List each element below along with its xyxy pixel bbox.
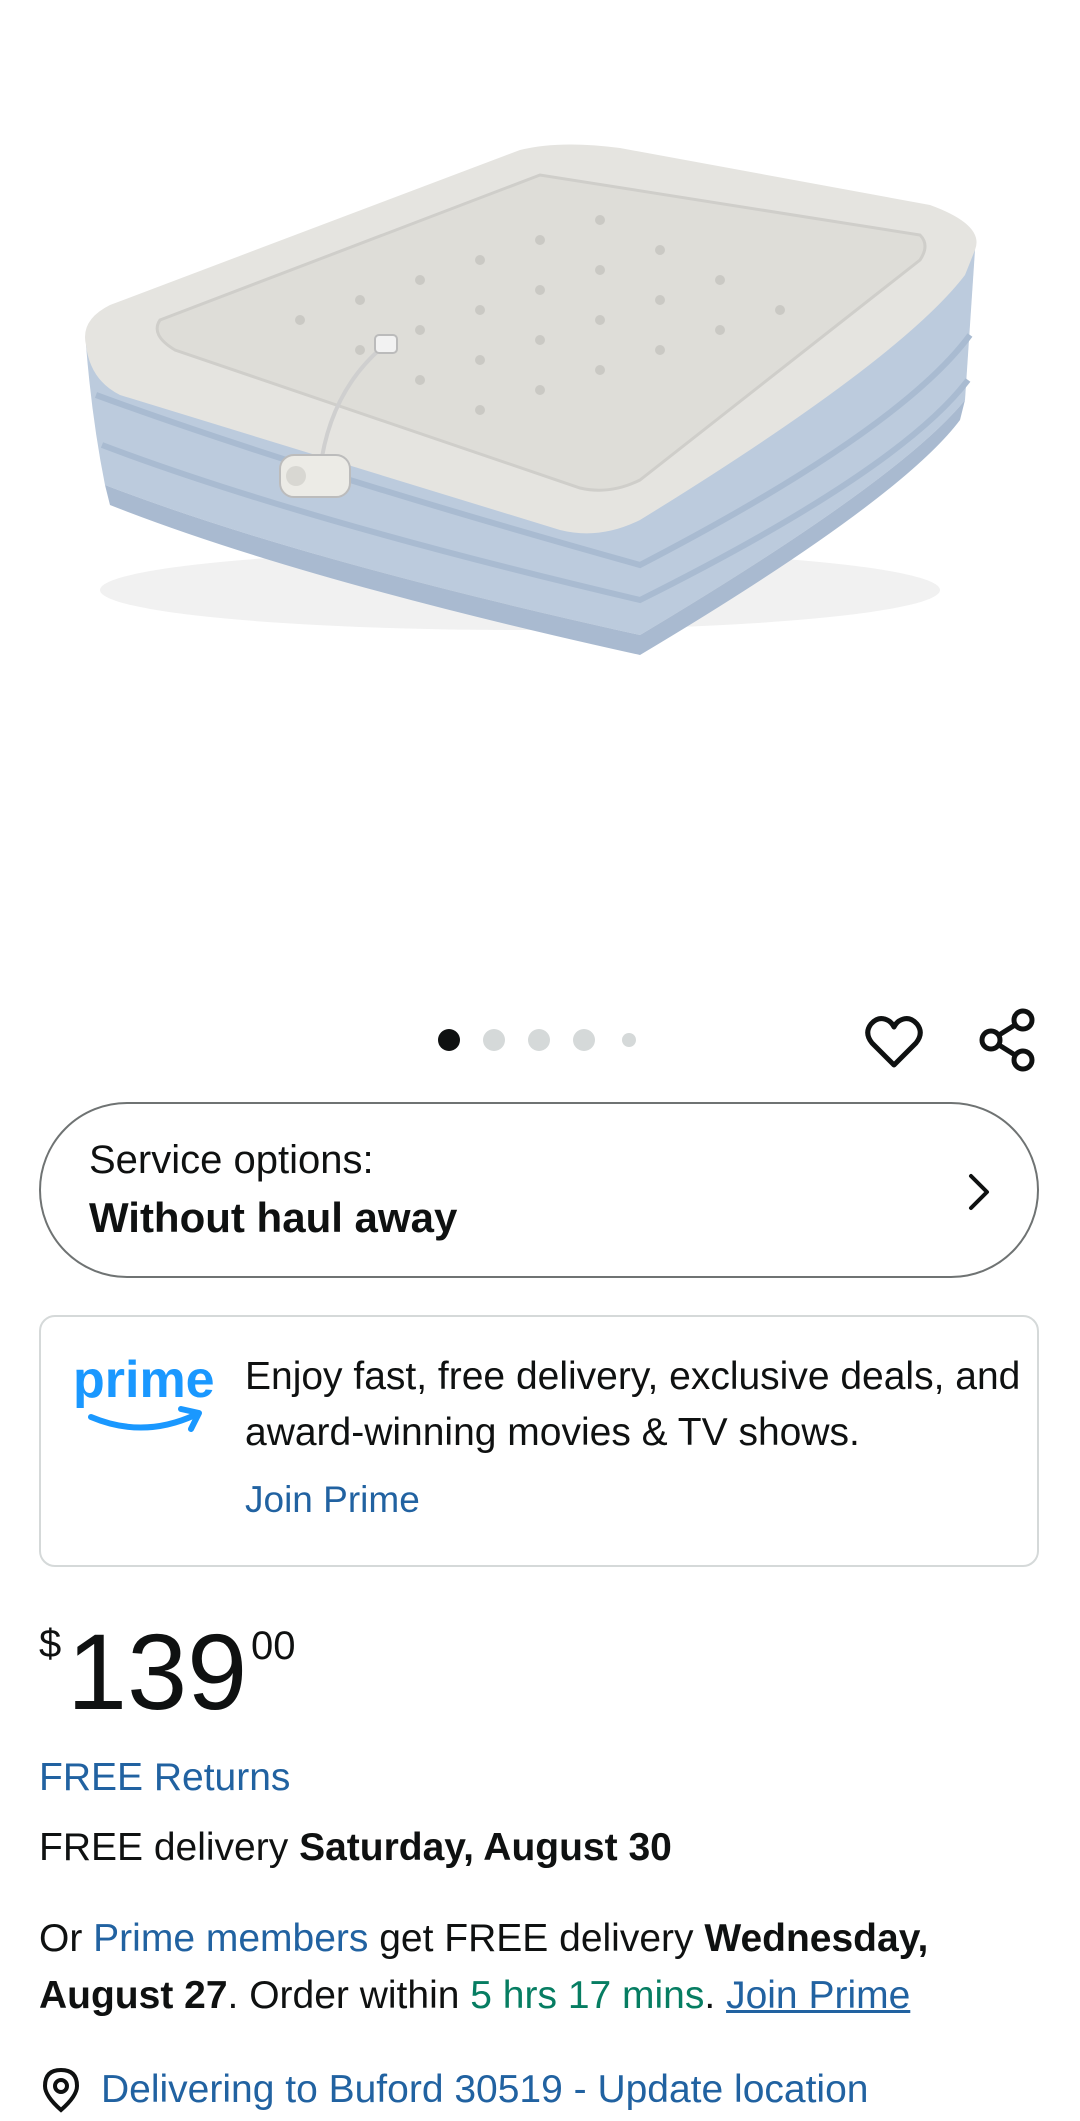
chevron-right-icon (969, 1174, 989, 1210)
free-returns-link[interactable]: FREE Returns (39, 1756, 290, 1800)
service-options-selector[interactable]: Service options: Without haul away (39, 1102, 1039, 1278)
prime-logo-text: prime (73, 1351, 215, 1409)
delivery-prefix: FREE delivery (39, 1826, 300, 1869)
location-pin-icon (42, 2067, 80, 2113)
carousel-dot-2[interactable] (483, 1029, 505, 1051)
delivery-location-text: Delivering to Buford 30519 - Update loca… (101, 2068, 869, 2111)
price-fraction: 00 (251, 1624, 296, 1668)
standard-delivery-info: FREE delivery Saturday, August 30 (39, 1826, 672, 1870)
carousel-dot-4[interactable] (573, 1029, 595, 1051)
prime-delivery-dot: . (704, 1974, 727, 2017)
carousel-dot-3[interactable] (528, 1029, 550, 1051)
product-image[interactable] (0, 0, 1080, 990)
prime-delivery-order-within: . Order within (227, 1974, 471, 2017)
join-prime-link[interactable]: Join Prime (245, 1479, 420, 1521)
price-whole: 139 (67, 1611, 248, 1732)
delivery-date: Saturday, August 30 (299, 1826, 672, 1869)
service-options-value: Without haul away (89, 1194, 458, 1241)
service-options-label: Service options: (89, 1138, 374, 1182)
prime-members-link[interactable]: Prime members (93, 1917, 368, 1960)
prime-promo-card: prime Enjoy fast, free delivery, exclusi… (39, 1315, 1039, 1567)
prime-delivery-info: Or Prime members get FREE delivery Wedne… (39, 1910, 1049, 2024)
heart-icon (865, 1016, 923, 1068)
carousel-dot-5[interactable] (622, 1033, 636, 1047)
prime-promo-message: Enjoy fast, free delivery, exclusive dea… (245, 1355, 1021, 1454)
delivery-location[interactable]: Delivering to Buford 30519 - Update loca… (39, 2062, 868, 2118)
prime-delivery-get-free: get FREE delivery (368, 1917, 705, 1960)
prime-logo: prime (73, 1351, 215, 1432)
carousel-dot-1-active[interactable] (438, 1029, 460, 1051)
join-prime-inline-link[interactable]: Join Prime (726, 1974, 910, 2017)
share-icon (979, 1008, 1035, 1072)
prime-delivery-or: Or (39, 1917, 94, 1960)
order-countdown: 5 hrs 17 mins (470, 1974, 705, 2017)
share-button[interactable] (975, 1008, 1039, 1072)
price-currency-symbol: $ (39, 1622, 62, 1666)
wishlist-button[interactable] (862, 1010, 926, 1074)
